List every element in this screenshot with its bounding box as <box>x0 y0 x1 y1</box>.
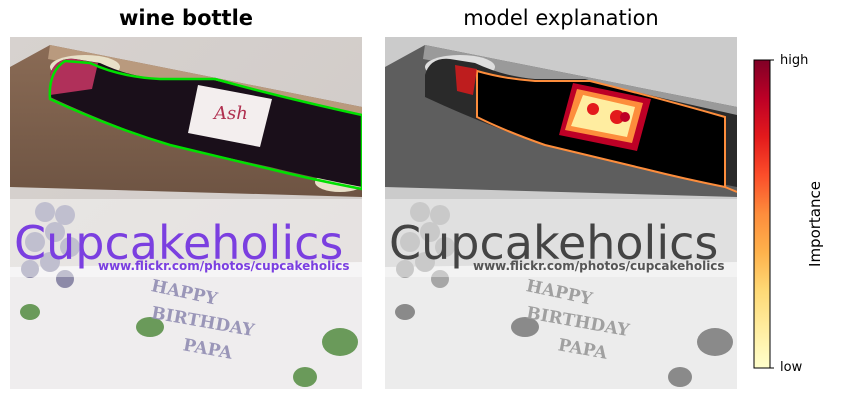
left-panel-title: wine bottle <box>118 6 254 30</box>
watermark-url: www.flickr.com/photos/cupcakeholics <box>98 259 350 273</box>
watermark-url: www.flickr.com/photos/cupcakeholics <box>473 259 725 273</box>
colorbar-low-label: low <box>780 360 803 375</box>
importance-colorbar <box>752 58 774 370</box>
original-photo: Ash Cupcakeholics www.flickr.com/photos/… <box>10 37 362 389</box>
right-panel-title: model explanation <box>463 6 659 30</box>
colorbar-high-label: high <box>780 53 809 68</box>
colorbar-title: Importance <box>806 181 824 267</box>
explanation-heatmap: Cupcakeholics www.flickr.com/photos/cupc… <box>385 37 737 389</box>
svg-text:Ash: Ash <box>212 103 248 124</box>
explanation-image-panel: Cupcakeholics www.flickr.com/photos/cupc… <box>385 37 737 389</box>
original-image-panel: Ash Cupcakeholics www.flickr.com/photos/… <box>10 37 362 389</box>
